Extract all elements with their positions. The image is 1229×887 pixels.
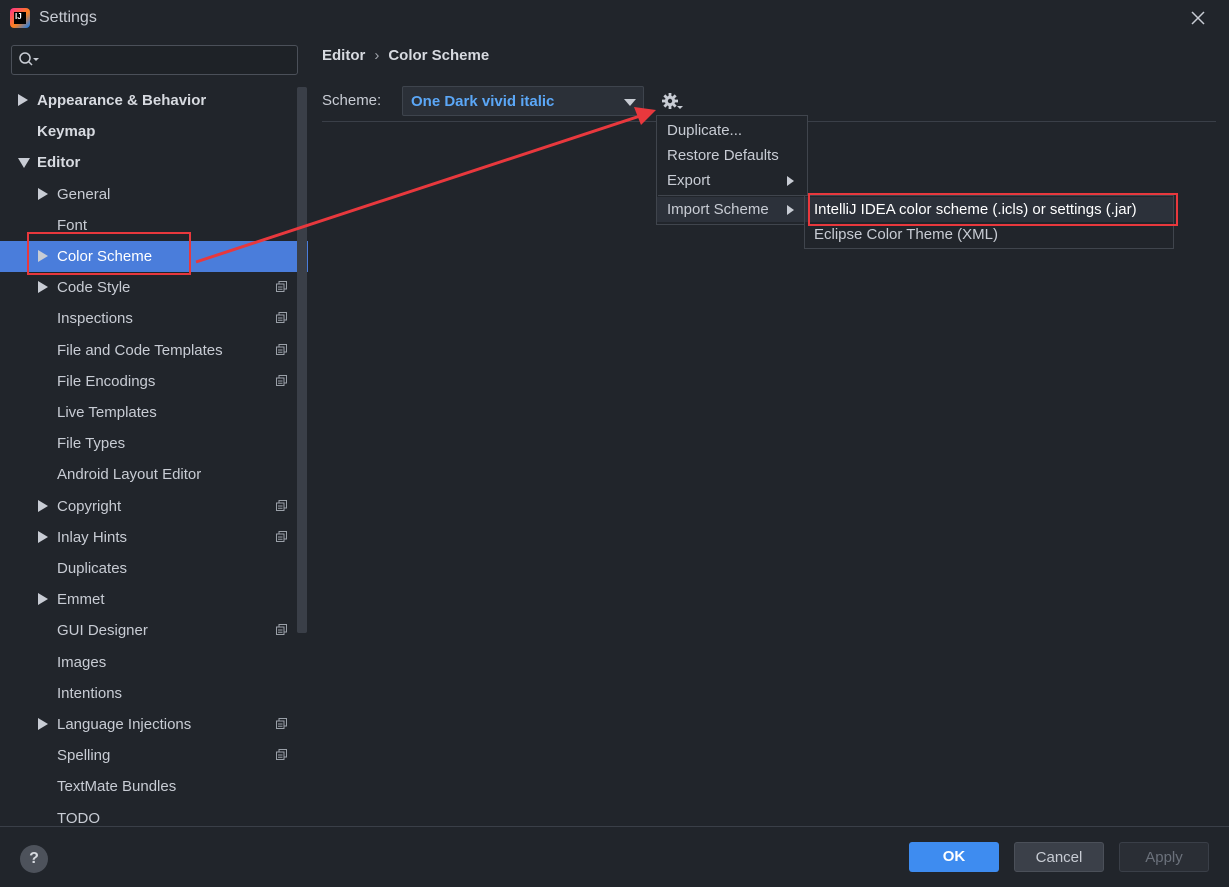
dialog-footer: ? OK Cancel Apply [0,826,1229,887]
help-button[interactable]: ? [20,845,48,873]
cancel-button[interactable]: Cancel [1014,842,1104,872]
apply-button[interactable]: Apply [1119,842,1209,872]
annotation-arrow [195,107,656,264]
ok-button[interactable]: OK [909,842,999,872]
